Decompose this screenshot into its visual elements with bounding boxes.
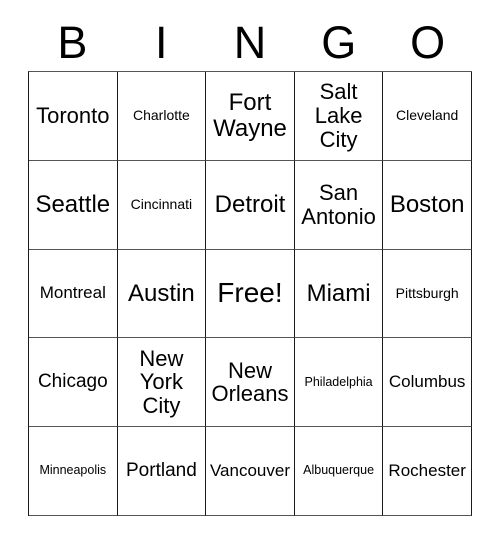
bingo-cell-o5[interactable]: Rochester bbox=[383, 427, 472, 516]
bingo-cell-b4[interactable]: Chicago bbox=[29, 338, 118, 428]
bingo-cell-label: Cincinnati bbox=[130, 196, 193, 213]
bingo-cell-g1[interactable]: Salt Lake City bbox=[294, 72, 384, 161]
bingo-header-letter-b: B bbox=[57, 17, 88, 68]
bingo-cell-i5[interactable]: Portland bbox=[117, 427, 207, 516]
bingo-header-letter-n: N bbox=[233, 17, 267, 68]
bingo-cell-label: Rochester bbox=[388, 460, 466, 480]
bingo-cell-label: Miami bbox=[306, 279, 371, 307]
bingo-cell-n2[interactable]: Detroit bbox=[206, 160, 295, 250]
bingo-cell-label: Montreal bbox=[39, 283, 106, 303]
bingo-cell-label: Detroit bbox=[214, 190, 286, 218]
bingo-header-letter-g: G bbox=[321, 17, 357, 68]
bingo-cell-label: Charlotte bbox=[132, 107, 190, 124]
bingo-cell-b5[interactable]: Minneapolis bbox=[29, 427, 118, 516]
bingo-cell-b3[interactable]: Montreal bbox=[29, 249, 118, 339]
bingo-row-1: Toronto Charlotte Fort Wayne Salt Lake C… bbox=[29, 72, 472, 161]
bingo-cell-n4[interactable]: New Orleans bbox=[206, 338, 295, 428]
bingo-cell-b2[interactable]: Seattle bbox=[29, 160, 118, 250]
bingo-cell-label: Columbus bbox=[388, 372, 466, 392]
bingo-cell-n5[interactable]: Vancouver bbox=[206, 427, 295, 516]
bingo-cell-label: Boston bbox=[389, 190, 465, 218]
bingo-header-letter-i: I bbox=[154, 17, 168, 68]
bingo-row-2: Seattle Cincinnati Detroit San Antonio B… bbox=[29, 160, 472, 250]
bingo-cell-i2[interactable]: Cincinnati bbox=[117, 160, 207, 250]
bingo-cell-label: Cleveland bbox=[396, 107, 459, 124]
bingo-header-letter-o: O bbox=[410, 17, 446, 68]
bingo-cell-label: Seattle bbox=[35, 190, 111, 218]
bingo-row-3: Montreal Austin Free! Miami Pittsburgh bbox=[29, 249, 472, 339]
bingo-cell-o1[interactable]: Cleveland bbox=[383, 72, 472, 161]
bingo-cell-label: Portland bbox=[126, 459, 197, 481]
bingo-cell-n1[interactable]: Fort Wayne bbox=[206, 72, 295, 161]
bingo-cell-label: Pittsburgh bbox=[395, 284, 459, 301]
bingo-cell-label: Philadelphia bbox=[304, 374, 373, 389]
bingo-row-5: Minneapolis Portland Vancouver Albuquerq… bbox=[29, 427, 472, 516]
bingo-cell-label: Minneapolis bbox=[39, 463, 107, 478]
bingo-cell-label: Salt Lake City bbox=[314, 79, 363, 152]
free-space-label: Free! bbox=[217, 277, 283, 309]
bingo-cell-label: Chicago bbox=[37, 371, 108, 393]
bingo-grid: Toronto Charlotte Fort Wayne Salt Lake C… bbox=[28, 71, 472, 516]
bingo-cell-o2[interactable]: Boston bbox=[383, 160, 472, 250]
bingo-cell-o4[interactable]: Columbus bbox=[383, 338, 472, 428]
bingo-row-4: Chicago New York City New Orleans Philad… bbox=[29, 338, 472, 428]
bingo-header-row: B I N G O bbox=[28, 14, 472, 71]
bingo-cell-label: Fort Wayne bbox=[213, 88, 287, 142]
bingo-cell-o3[interactable]: Pittsburgh bbox=[383, 249, 472, 339]
bingo-cell-label: Vancouver bbox=[209, 460, 290, 480]
bingo-cell-g3[interactable]: Miami bbox=[294, 249, 384, 339]
bingo-cell-free-space[interactable]: Free! bbox=[206, 249, 295, 339]
bingo-cell-label: San Antonio bbox=[301, 179, 376, 229]
bingo-cell-label: Albuquerque bbox=[303, 463, 375, 478]
bingo-cell-i3[interactable]: Austin bbox=[117, 249, 207, 339]
bingo-cell-i1[interactable]: Charlotte bbox=[117, 72, 207, 161]
bingo-cell-label: New Orleans bbox=[211, 357, 289, 407]
bingo-cell-g4[interactable]: Philadelphia bbox=[294, 338, 384, 428]
bingo-cell-label: New York City bbox=[139, 345, 184, 419]
bingo-cell-label: Toronto bbox=[36, 103, 110, 129]
bingo-cell-i4[interactable]: New York City bbox=[117, 338, 207, 428]
bingo-card: B I N G O Toronto Charlotte Fort Wayne S… bbox=[28, 14, 472, 516]
bingo-cell-label: Austin bbox=[128, 279, 195, 307]
bingo-cell-b1[interactable]: Toronto bbox=[29, 72, 118, 161]
bingo-cell-g2[interactable]: San Antonio bbox=[294, 160, 384, 250]
bingo-cell-g5[interactable]: Albuquerque bbox=[294, 427, 384, 516]
